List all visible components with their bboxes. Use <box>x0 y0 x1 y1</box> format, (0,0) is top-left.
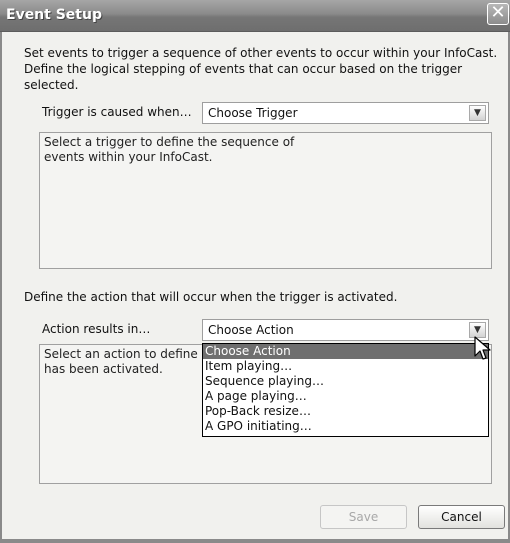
window-border-bottom <box>0 539 510 543</box>
save-button[interactable]: Save <box>320 505 407 529</box>
action-section-heading: Define the action that will occur when t… <box>24 290 398 304</box>
dropdown-option[interactable]: A page playing… <box>203 389 488 404</box>
description-line-2: Define the logical stepping of events th… <box>24 62 463 92</box>
event-setup-dialog: Event Setup ✕ Set events to trigger a se… <box>0 0 510 543</box>
trigger-select[interactable]: Choose Trigger ▼ <box>202 102 489 124</box>
dropdown-option[interactable]: A GPO initiating… <box>203 419 488 434</box>
trigger-info-box: Select a trigger to define the sequence … <box>39 132 492 269</box>
close-button[interactable]: ✕ <box>487 3 509 25</box>
window-border-left <box>0 32 2 543</box>
dialog-description: Set events to trigger a sequence of othe… <box>24 45 509 93</box>
action-select-value: Choose Action <box>208 323 294 337</box>
trigger-info-line-2: events within your InfoCast. <box>44 150 213 164</box>
chevron-down-icon[interactable]: ▼ <box>469 105 486 121</box>
dropdown-option[interactable]: Pop-Back resize… <box>203 404 488 419</box>
dialog-title: Event Setup <box>6 7 102 23</box>
mouse-pointer-icon <box>474 336 491 360</box>
action-dropdown-list[interactable]: Choose Action Item playing… Sequence pla… <box>202 343 489 437</box>
dropdown-option[interactable]: Item playing… <box>203 359 488 374</box>
dropdown-option[interactable]: Choose Action <box>203 344 488 359</box>
trigger-select-value: Choose Trigger <box>208 106 298 120</box>
trigger-info-line-1: Select a trigger to define the sequence … <box>44 135 295 149</box>
close-icon: ✕ <box>490 2 506 23</box>
action-label: Action results in… <box>42 322 151 336</box>
dropdown-option[interactable]: Sequence playing… <box>203 374 488 389</box>
cancel-button[interactable]: Cancel <box>418 505 505 529</box>
trigger-label: Trigger is caused when… <box>42 105 192 119</box>
description-line-1: Set events to trigger a sequence of othe… <box>24 46 498 60</box>
action-select[interactable]: Choose Action ▼ <box>202 319 489 341</box>
title-bar[interactable]: Event Setup ✕ <box>0 0 510 32</box>
